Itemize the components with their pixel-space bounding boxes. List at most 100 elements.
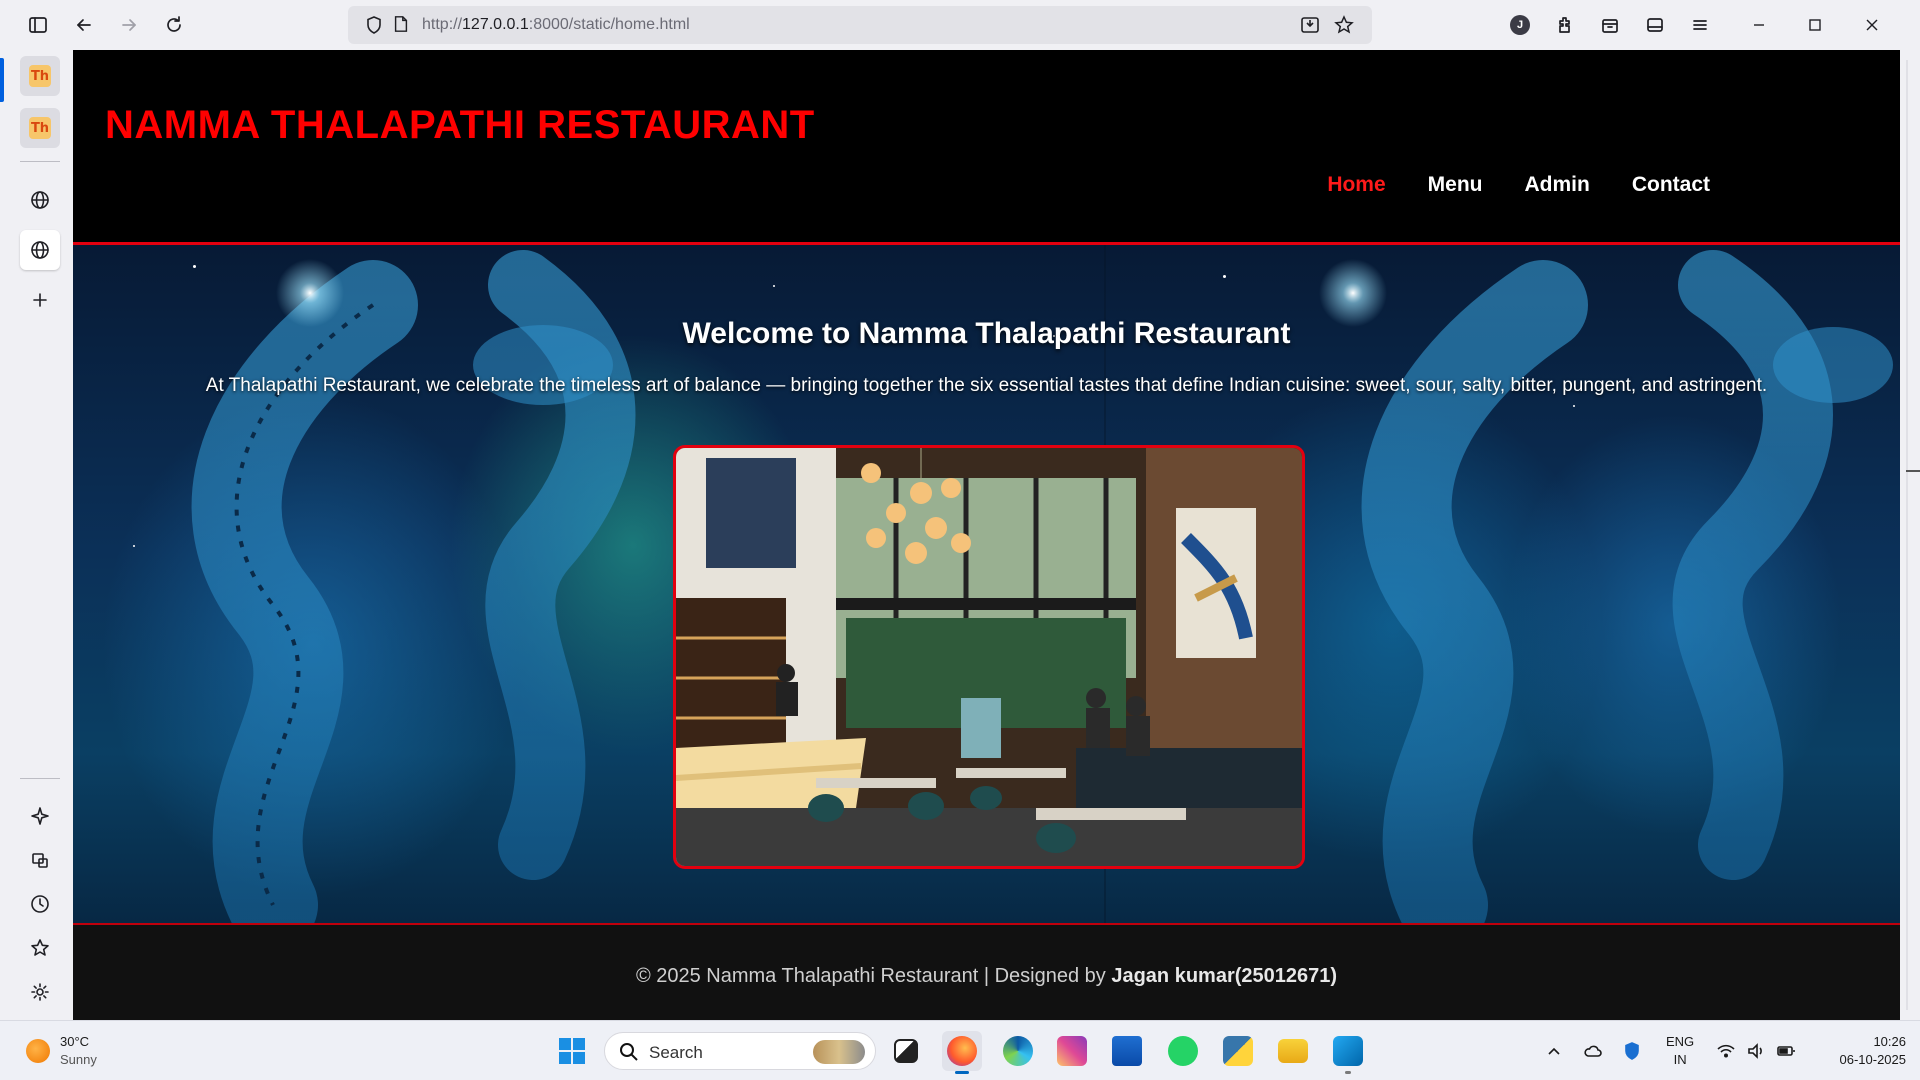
taskbar-vscode[interactable]	[1328, 1031, 1368, 1074]
history-button[interactable]	[20, 884, 60, 924]
nav-link-menu[interactable]: Menu	[1428, 173, 1483, 197]
vertical-tabs-sidebar: Th Th	[0, 50, 73, 1020]
sun-icon	[26, 1039, 50, 1063]
search-icon	[620, 1043, 638, 1061]
tab-globe-2[interactable]	[20, 230, 60, 270]
clock-icon	[31, 895, 49, 913]
vscode-icon	[1333, 1036, 1363, 1066]
hero-section: Welcome to Namma Thalapathi Restaurant A…	[73, 245, 1900, 925]
tab-restaurant-2[interactable]: Th	[20, 108, 60, 148]
restaurant-interior-image	[673, 445, 1305, 869]
address-bar[interactable]: http://127.0.0.1:8000/static/home.html	[348, 6, 1372, 44]
sidebar-settings-button[interactable]	[20, 972, 60, 1012]
battery-icon[interactable]	[1776, 1041, 1796, 1061]
star-sparkle	[773, 285, 775, 287]
firefox-icon	[947, 1036, 977, 1066]
volume-icon[interactable]	[1746, 1041, 1766, 1061]
star-sparkle	[1223, 275, 1226, 278]
search-highlight-image	[813, 1040, 865, 1064]
reload-icon[interactable]	[158, 9, 190, 41]
back-arrow-icon[interactable]	[68, 9, 100, 41]
onedrive-cloud-icon[interactable]	[1583, 1041, 1603, 1061]
nav-link-home[interactable]: Home	[1327, 173, 1385, 197]
window-edge	[1900, 0, 1920, 1020]
restaurant-favicon-icon: Th	[29, 65, 51, 87]
scrollbar-track[interactable]	[1906, 60, 1908, 1010]
security-shield-icon[interactable]	[1622, 1041, 1642, 1061]
globe-icon	[31, 241, 49, 259]
tab-restaurant-1[interactable]: Th	[20, 56, 60, 96]
browser-toolbar: http://127.0.0.1:8000/static/home.html J	[0, 0, 1900, 50]
sidebar-divider	[20, 778, 60, 779]
url-text[interactable]: http://127.0.0.1:8000/static/home.html	[422, 16, 690, 34]
minimize-icon[interactable]	[1747, 13, 1771, 37]
site-footer: © 2025 Namma Thalapathi Restaurant | Des…	[73, 925, 1900, 1020]
whatsapp-icon	[1168, 1036, 1198, 1066]
star-icon	[31, 939, 49, 956]
page-icon[interactable]	[392, 15, 412, 35]
active-app-indicator	[955, 1071, 969, 1074]
container-icon[interactable]	[1594, 9, 1626, 41]
ai-chatbot-button[interactable]	[20, 796, 60, 836]
maximize-icon[interactable]	[1803, 13, 1827, 37]
sparkle-icon	[31, 807, 49, 825]
taskbar-python[interactable]	[1218, 1031, 1258, 1071]
star-sparkle	[133, 545, 135, 547]
scrollbar-thumb[interactable]	[1906, 470, 1920, 472]
web-page: NAMMA THALAPATHI RESTAURANT Home Menu Ad…	[73, 50, 1900, 1020]
wifi-icon[interactable]	[1716, 1041, 1736, 1061]
sidebar-toggle-icon[interactable]	[22, 9, 54, 41]
language-indicator[interactable]: ENG IN	[1666, 1033, 1694, 1069]
taskbar-instagram[interactable]	[1052, 1031, 1092, 1071]
close-window-icon[interactable]	[1860, 13, 1884, 37]
start-button[interactable]	[552, 1031, 592, 1071]
synced-tabs-button[interactable]	[20, 840, 60, 880]
screen: http://127.0.0.1:8000/static/home.html J	[0, 0, 1920, 1080]
globe-icon	[31, 191, 49, 209]
weather-widget[interactable]: 30°C Sunny	[26, 1033, 97, 1069]
hero-description: At Thalapathi Restaurant, we celebrate t…	[205, 375, 1768, 396]
account-avatar-icon[interactable]: J	[1504, 9, 1536, 41]
save-to-pocket-icon[interactable]	[1300, 15, 1320, 35]
nav-link-contact[interactable]: Contact	[1632, 173, 1710, 197]
taskbar-search-label: Search	[649, 1043, 703, 1062]
edge-icon	[1003, 1036, 1033, 1066]
forward-arrow-icon[interactable]	[113, 9, 145, 41]
bookmark-star-icon[interactable]	[1334, 15, 1354, 35]
running-app-indicator	[1345, 1071, 1351, 1074]
bookmarks-button[interactable]	[20, 928, 60, 968]
task-view-button[interactable]	[886, 1031, 926, 1071]
weather-temperature: 30°C	[60, 1034, 90, 1049]
footer-designer-name: Jagan kumar(25012671)	[1111, 965, 1338, 987]
reader-view-icon[interactable]	[1639, 9, 1671, 41]
taskbar-search[interactable]: Search	[604, 1032, 876, 1070]
star-sparkle	[193, 265, 196, 268]
site-header: NAMMA THALAPATHI RESTAURANT Home Menu Ad…	[73, 50, 1900, 245]
taskbar-edge[interactable]	[998, 1031, 1038, 1071]
show-hidden-icons-chevron-icon[interactable]	[1544, 1041, 1564, 1061]
taskbar-firefox[interactable]	[942, 1031, 982, 1074]
folder-icon	[1278, 1039, 1308, 1063]
site-brand-title[interactable]: NAMMA THALAPATHI RESTAURANT	[105, 103, 815, 148]
clock[interactable]: 10:26 06-10-2025	[1816, 1033, 1907, 1069]
extensions-icon[interactable]	[1549, 9, 1581, 41]
tab-globe-1[interactable]	[20, 180, 60, 220]
sidebar-divider	[20, 161, 60, 162]
windows-logo-icon	[559, 1038, 585, 1064]
store-icon	[1112, 1036, 1142, 1066]
region-code: IN	[1673, 1052, 1687, 1067]
new-tab-button[interactable]	[20, 280, 60, 320]
taskbar-file-explorer[interactable]	[1273, 1031, 1313, 1071]
clock-time: 10:26	[1873, 1034, 1906, 1049]
nav-link-admin[interactable]: Admin	[1525, 173, 1590, 197]
instagram-icon	[1057, 1036, 1087, 1066]
language-code: ENG	[1666, 1034, 1695, 1049]
taskbar-store[interactable]	[1107, 1031, 1147, 1071]
plus-icon	[33, 293, 47, 307]
menu-hamburger-icon[interactable]	[1684, 9, 1716, 41]
shield-icon[interactable]	[364, 15, 384, 35]
active-indicator	[0, 58, 4, 102]
taskbar-whatsapp[interactable]	[1163, 1031, 1203, 1071]
restaurant-favicon-icon: Th	[29, 117, 51, 139]
devices-icon	[32, 853, 48, 868]
